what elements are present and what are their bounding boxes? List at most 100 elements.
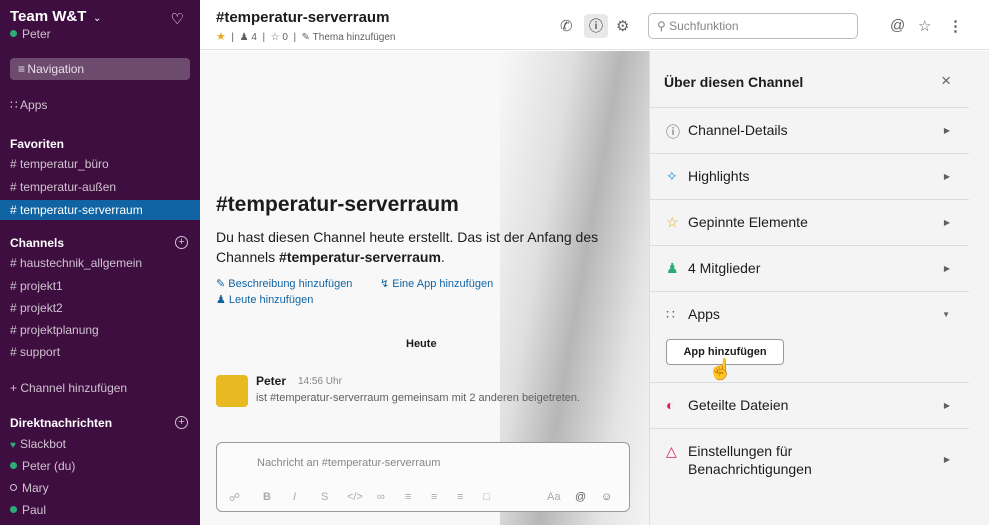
dm-label: Mary bbox=[22, 481, 49, 495]
pencil-icon: ✎ bbox=[301, 32, 311, 43]
section-label: Gepinnte Elemente bbox=[688, 214, 808, 230]
bulleted-list-icon[interactable]: ≡ bbox=[431, 491, 437, 503]
add-topic-link[interactable]: Thema hinzufügen bbox=[313, 32, 396, 43]
section-highlights[interactable]: ✧ Highlights ▶ bbox=[650, 153, 970, 199]
code-block-icon[interactable]: □ bbox=[483, 491, 490, 503]
presence-away-icon bbox=[10, 484, 17, 491]
ordered-list-icon[interactable]: ≡ bbox=[405, 491, 411, 503]
favorites-heading[interactable]: Favoriten bbox=[10, 137, 64, 151]
add-app-link[interactable]: ↯ Eine App hinzufügen bbox=[380, 277, 493, 290]
format-text-icon[interactable]: Aa bbox=[547, 491, 560, 503]
at-icon[interactable]: @ bbox=[890, 17, 905, 34]
pencil-icon: ✎ bbox=[216, 278, 229, 290]
add-channel-button[interactable]: + Channel hinzufügen bbox=[10, 381, 127, 395]
add-description-link[interactable]: ✎ Beschreibung hinzufügen bbox=[216, 277, 352, 290]
message-timestamp[interactable]: 14:56 Uhr bbox=[298, 376, 342, 387]
bell-icon[interactable]: ♡ bbox=[171, 10, 184, 28]
emoji-icon[interactable]: ☺ bbox=[601, 491, 612, 503]
presence-active-icon bbox=[10, 462, 17, 469]
add-person-icon: ♟ bbox=[216, 294, 229, 306]
section-label: Channel-Details bbox=[688, 122, 788, 138]
welcome-text: Du hast diesen Channel heute erstellt. D… bbox=[216, 227, 616, 267]
link-label: Leute hinzufügen bbox=[228, 294, 314, 306]
more-vertical-icon[interactable]: ⋮ bbox=[948, 17, 963, 35]
gear-icon[interactable]: ⚙ bbox=[616, 17, 629, 35]
sidebar-item-temperatur-aussen[interactable]: # temperatur-außen bbox=[10, 180, 116, 194]
phone-icon[interactable]: ✆ bbox=[560, 17, 573, 35]
pin-icon[interactable]: ☆ bbox=[271, 32, 280, 43]
message-composer[interactable]: Nachricht an #temperatur-serverraum ☍ B … bbox=[216, 442, 630, 512]
chevron-right-icon: ▶ bbox=[943, 172, 950, 181]
workspace-header[interactable]: Team W&T ⌄ Peter ♡ bbox=[10, 8, 190, 48]
search-placeholder: Suchfunktion bbox=[669, 19, 739, 33]
dm-label: Peter (du) bbox=[22, 459, 76, 473]
section-shared-files[interactable]: ◐ Geteilte Dateien ▶ bbox=[650, 382, 970, 428]
section-label: Geteilte Dateien bbox=[688, 397, 789, 413]
sidebar-item-projekt2[interactable]: # projekt2 bbox=[10, 301, 63, 315]
section-notification-settings[interactable]: △ Einstellungen für Benachrichtigungen ▶ bbox=[650, 428, 970, 492]
welcome-title: #temperatur-serverraum bbox=[216, 193, 459, 216]
star-icon[interactable]: ★ bbox=[216, 31, 226, 43]
link-label: Beschreibung hinzufügen bbox=[228, 278, 353, 290]
attachment-icon[interactable]: ☍ bbox=[229, 491, 240, 504]
add-people-link[interactable]: ♟ Leute hinzufügen bbox=[216, 293, 313, 306]
chevron-down-icon[interactable]: ⌄ bbox=[93, 13, 101, 24]
channels-heading[interactable]: Channels bbox=[10, 236, 64, 250]
search-input[interactable]: ⚲ Suchfunktion bbox=[648, 13, 858, 39]
sidebar-item-temperatur-buero[interactable]: # temperatur_büro bbox=[10, 157, 109, 171]
direct-messages-heading[interactable]: Direktnachrichten bbox=[10, 416, 112, 430]
star-outline-icon[interactable]: ☆ bbox=[918, 17, 931, 35]
sidebar-item-apps[interactable]: ∷ Apps bbox=[10, 98, 47, 112]
sidebar-item-haustechnik-allgemein[interactable]: # haustechnik_allgemein bbox=[10, 256, 142, 270]
quote-icon[interactable]: ≡ bbox=[457, 491, 463, 503]
link-icon[interactable]: ∞ bbox=[377, 491, 385, 503]
sidebar-item-label: # temperatur-serverraum bbox=[10, 203, 143, 217]
mention-icon[interactable]: @ bbox=[575, 491, 586, 503]
dm-item-slackbot[interactable]: ♥ Slackbot bbox=[10, 437, 66, 451]
heart-icon: ♥ bbox=[10, 440, 16, 451]
photo-edge bbox=[969, 51, 989, 525]
section-pinned-items[interactable]: ☆ Gepinnte Elemente ▶ bbox=[650, 199, 970, 245]
add-dm-plus-icon[interactable]: + bbox=[175, 416, 188, 429]
close-icon[interactable]: × bbox=[941, 71, 951, 91]
italic-icon[interactable]: I bbox=[293, 491, 296, 503]
hand-pointer-icon: ☝ bbox=[708, 359, 733, 381]
info-icon[interactable]: ⓘ bbox=[584, 14, 608, 38]
sidebar-item-support[interactable]: # support bbox=[10, 345, 60, 359]
strikethrough-icon[interactable]: S bbox=[321, 491, 328, 503]
channel-info-panel: Über diesen Channel × ⓘ Channel-Details … bbox=[649, 51, 970, 525]
welcome-channel-name: #temperatur-serverraum bbox=[279, 249, 441, 265]
section-apps[interactable]: ∷ Apps ▼ bbox=[650, 291, 970, 379]
search-icon: ⚲ bbox=[657, 19, 670, 33]
presence-active-icon bbox=[10, 30, 17, 37]
channel-title[interactable]: #temperatur-serverraum bbox=[216, 9, 389, 26]
workspace-name[interactable]: Team W&T bbox=[10, 8, 86, 25]
pinned-count[interactable]: 0 bbox=[282, 32, 288, 43]
channel-meta: ★ | ♟ 4 | ☆ 0 | ✎ Thema hinzufügen bbox=[216, 30, 396, 43]
code-icon[interactable]: </> bbox=[347, 491, 363, 503]
add-channel-plus-icon[interactable]: + bbox=[175, 236, 188, 249]
current-user: Peter bbox=[10, 27, 190, 41]
members-icon[interactable]: ♟ bbox=[240, 32, 249, 43]
date-divider: Heute bbox=[406, 338, 437, 350]
pin-icon: ☆ bbox=[666, 214, 679, 230]
sidebar-item-projekt1[interactable]: # projekt1 bbox=[10, 279, 63, 293]
section-members[interactable]: ♟ 4 Mitglieder ▶ bbox=[650, 245, 970, 291]
section-label: Highlights bbox=[688, 168, 750, 184]
bold-icon[interactable]: B bbox=[263, 491, 271, 503]
dm-item-paul[interactable]: Paul bbox=[10, 503, 46, 517]
navigation-button[interactable]: ≡ Navigation bbox=[10, 58, 190, 80]
avatar[interactable] bbox=[216, 375, 248, 407]
sidebar-item-projektplanung[interactable]: # projektplanung bbox=[10, 323, 99, 337]
section-channel-details[interactable]: ⓘ Channel-Details ▶ bbox=[650, 107, 970, 153]
member-count[interactable]: 4 bbox=[251, 32, 257, 43]
sparkle-icon: ✧ bbox=[666, 168, 678, 184]
file-icon: ◐ bbox=[666, 397, 675, 413]
dm-item-peter[interactable]: Peter (du) bbox=[10, 459, 75, 473]
section-label: Apps bbox=[688, 306, 720, 322]
message-author[interactable]: Peter bbox=[256, 374, 286, 388]
dm-item-mary[interactable]: Mary bbox=[10, 481, 49, 495]
dm-label: Slackbot bbox=[19, 437, 66, 451]
navigation-label: Navigation bbox=[27, 62, 85, 76]
sidebar-item-temperatur-serverraum[interactable]: # temperatur-serverraum bbox=[0, 200, 200, 220]
